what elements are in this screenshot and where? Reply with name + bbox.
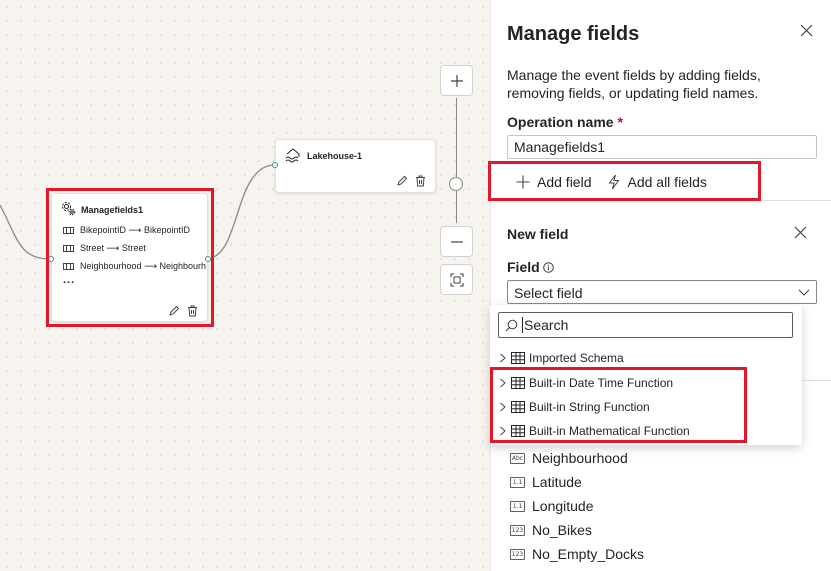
table-icon bbox=[511, 352, 525, 364]
more-mappings: ... bbox=[63, 274, 76, 286]
zoom-slider-handle[interactable] bbox=[449, 177, 463, 191]
table-icon bbox=[511, 377, 525, 389]
panel-description: Manage the event fields by adding fields… bbox=[507, 67, 761, 101]
zoom-out-button[interactable] bbox=[440, 226, 473, 257]
zoom-in-button[interactable] bbox=[440, 65, 473, 96]
delete-icon[interactable] bbox=[187, 304, 198, 322]
add-field-button[interactable]: Add field bbox=[515, 174, 591, 190]
list-item[interactable]: 123 No_Empty_Docks bbox=[510, 546, 644, 562]
operation-name-label: Operation name * bbox=[507, 114, 623, 130]
managefields-title: Managefields1 bbox=[81, 205, 144, 215]
table-icon bbox=[511, 425, 525, 437]
managefields-node[interactable]: Managefields1 BikepointID ⟶ BikepointID … bbox=[48, 193, 211, 322]
managefields-input-port[interactable] bbox=[48, 256, 54, 262]
info-icon bbox=[542, 261, 554, 273]
new-field-title: New field bbox=[507, 226, 569, 242]
settings-fields-icon bbox=[61, 201, 76, 221]
edit-icon[interactable] bbox=[168, 304, 180, 322]
mapping-row: Neighbourhood ⟶ Neighbourhood bbox=[63, 261, 206, 272]
search-icon bbox=[505, 319, 518, 331]
search-input[interactable]: Search bbox=[498, 312, 793, 338]
list-item[interactable]: 123 No_Bikes bbox=[510, 522, 592, 538]
divider bbox=[801, 380, 831, 381]
decimal-type-icon: 1.1 bbox=[510, 500, 525, 512]
chevron-down-icon bbox=[798, 289, 810, 296]
integer-type-icon: 123 bbox=[510, 524, 525, 536]
chevron-right-icon bbox=[500, 402, 506, 412]
lightning-icon bbox=[608, 174, 620, 190]
minus-icon bbox=[450, 240, 463, 243]
mapping-row: Street ⟶ Street bbox=[63, 243, 206, 254]
column-icon bbox=[63, 245, 74, 252]
chevron-right-icon bbox=[500, 353, 506, 363]
delete-icon[interactable] bbox=[415, 174, 426, 192]
lakehouse-input-port[interactable] bbox=[272, 162, 278, 168]
lakehouse-icon bbox=[284, 146, 302, 169]
mapping-row: BikepointID ⟶ BikepointID bbox=[63, 225, 206, 236]
field-select[interactable]: Select field bbox=[507, 280, 817, 304]
table-icon bbox=[511, 401, 525, 413]
list-item[interactable]: 1.1 Latitude bbox=[510, 474, 582, 490]
dropdown-item-mathematical-function[interactable]: Built-in Mathematical Function bbox=[498, 421, 690, 441]
dropdown-item-imported-schema[interactable]: Imported Schema bbox=[498, 348, 624, 368]
fit-screen-icon bbox=[449, 272, 464, 287]
field-dropdown: Search Imported Schema Built-in Date Tim… bbox=[490, 305, 802, 445]
list-item[interactable]: 1.1 Longitude bbox=[510, 498, 594, 514]
string-type-icon: Abc bbox=[510, 452, 525, 464]
decimal-type-icon: 1.1 bbox=[510, 476, 525, 488]
operation-name-input[interactable]: Managefields1 bbox=[507, 135, 817, 159]
chevron-right-icon bbox=[500, 426, 506, 436]
close-new-field-icon[interactable] bbox=[794, 226, 807, 244]
column-icon bbox=[63, 263, 74, 270]
lakehouse-title: Lakehouse-1 bbox=[307, 151, 363, 161]
field-label: Field bbox=[507, 259, 554, 275]
zoom-slider-track[interactable] bbox=[456, 98, 457, 223]
dropdown-item-string-function[interactable]: Built-in String Function bbox=[498, 397, 650, 417]
add-all-fields-button[interactable]: Add all fields bbox=[607, 174, 707, 190]
list-item[interactable]: Abc Neighbourhood bbox=[510, 450, 628, 466]
chevron-right-icon bbox=[500, 378, 506, 388]
flow-canvas[interactable]: Lakehouse-1 Managefields1 BikepointID ⟶ … bbox=[0, 0, 490, 571]
column-icon bbox=[63, 227, 74, 234]
plus-icon bbox=[516, 175, 530, 189]
dropdown-item-date-time-function[interactable]: Built-in Date Time Function bbox=[498, 373, 673, 393]
edit-icon[interactable] bbox=[396, 174, 408, 192]
plus-icon bbox=[450, 74, 463, 87]
lakehouse-node[interactable]: Lakehouse-1 bbox=[272, 139, 436, 193]
fit-to-screen-button[interactable] bbox=[440, 264, 473, 295]
panel-title: Manage fields bbox=[507, 23, 640, 45]
close-icon[interactable] bbox=[800, 24, 813, 42]
divider bbox=[491, 200, 831, 201]
integer-type-icon: 123 bbox=[510, 548, 525, 560]
